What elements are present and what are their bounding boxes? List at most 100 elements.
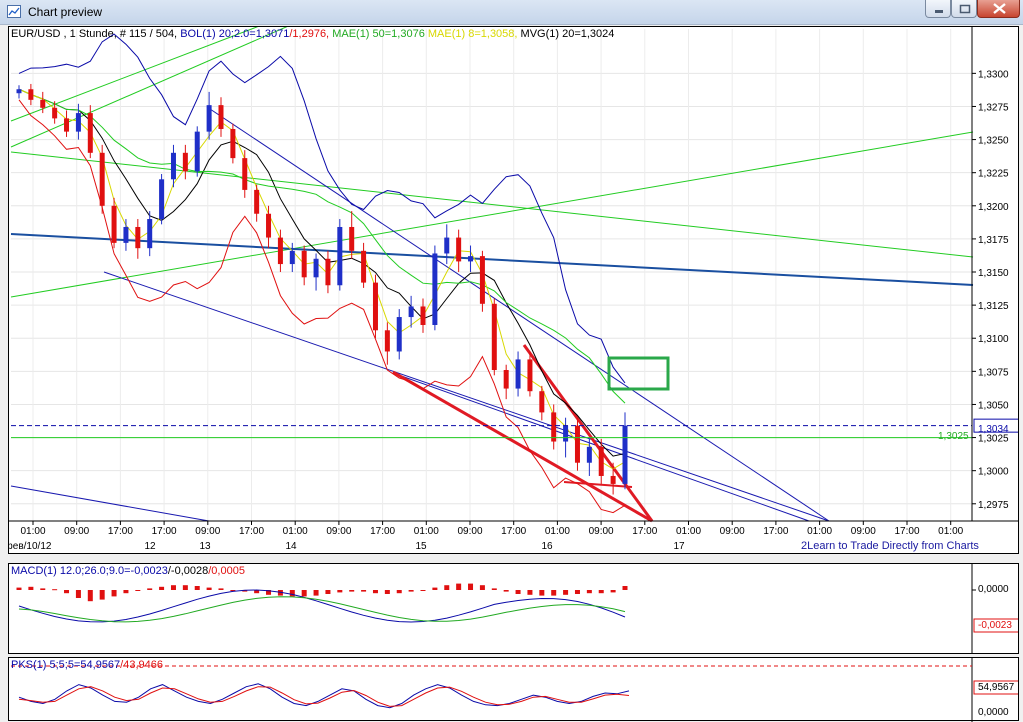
legend-mae2: MAE(1) 8=1,3058, [427,28,518,40]
macd-bar [372,590,378,594]
macd-bar [16,587,22,590]
date-label: фев/10/12 [9,540,52,552]
macd-bar [147,588,153,590]
pks-legend-v2: /43,9466 [120,659,163,671]
date-label: 12 [144,541,156,552]
window-title: Chart preview [28,5,103,19]
chart-app-icon [7,5,21,18]
indicator-lines [18,33,626,514]
time-tick-label: 01:00 [20,526,45,537]
candle-body [159,179,165,220]
date-label: 17 [673,541,685,552]
pks-legend: PKS(1) 5;5;5=54,9567/43,9466 [11,659,163,671]
time-tick-label: 09:00 [851,526,876,537]
candle-body [87,113,93,153]
candle-body [40,99,46,108]
candle-body [361,250,367,283]
time-tick-label: 01:00 [283,526,308,537]
maximize-button[interactable] [951,0,977,18]
macd-bar [396,590,402,594]
candle-body [456,237,462,262]
macd-bar [432,587,438,590]
macd-bar [527,590,533,595]
macd-bar [420,590,426,591]
candle-body [563,425,569,442]
bollinger-upper [18,33,626,384]
macd-bar [337,590,343,593]
time-tick-label: 09:00 [195,526,220,537]
price-tick-label: 1,2975 [978,500,1009,511]
channel-upper-line [206,106,830,522]
time-tick-label: 01:00 [414,526,439,537]
pks-value-label: 54,9567 [978,682,1015,693]
time-tick-label: 17:00 [152,526,177,537]
upper-green-trendline-2 [10,27,288,148]
candle-body [254,189,260,214]
macd-bar [491,588,497,590]
macd-bar [551,590,557,596]
macd-bar [384,590,390,594]
macd-legend-v2: /-0,0028 [167,565,209,577]
candle-body [277,237,283,265]
time-tick-label: 17:00 [763,526,788,537]
title-bar: Chart preview [0,0,1023,25]
price-chart-svg: 1,3300 1,3275 1,3250 1,3225 1,3200 1,3175 1,31… [9,27,1018,552]
time-tick-label: 17:00 [370,526,395,537]
legend-bol-low: /1,2976, [289,28,330,40]
price-tick-label: 1,3150 [978,268,1009,279]
macd-bar [28,586,34,590]
macd-svg [16,564,1018,653]
mvg-line [18,88,626,457]
price-chart-panel[interactable]: 1,3300 1,3275 1,3250 1,3225 1,3200 1,3175 1,31… [8,26,1019,554]
pks-panel[interactable]: PKS(1) 5;5;5=54,9567/43,9466 54,9567 0,0… [8,657,1019,722]
close-button[interactable] [977,0,1020,18]
macd-bar [111,590,117,597]
macd-bar [444,585,450,590]
time-tick-label: 17:00 [501,526,526,537]
candle-body [384,330,390,352]
candle-body [230,128,236,159]
macd-bar [170,585,176,590]
macd-bar [194,586,200,590]
minimize-button[interactable] [925,0,951,18]
macd-panel[interactable]: MACD(1) 12.0;26.0;9.0=-0,0023/-0,0028/0,… [8,563,1019,654]
macd-bar [574,590,580,594]
candle-body [349,226,355,251]
candle-body [503,370,509,389]
candle-body [491,303,497,371]
candle-body [242,158,248,190]
time-tick-label: 09:00 [457,526,482,537]
macd-signal-line [18,596,626,623]
candle-body [574,425,580,463]
candle-body [16,89,22,94]
candle-body [28,89,34,100]
candle-body [586,446,592,463]
candle-body [325,258,331,286]
candle-body [313,258,319,278]
price-tick-label: 1,3250 [978,136,1009,147]
candle-body [182,152,188,172]
candle-body [301,250,307,278]
macd-bar [361,590,367,592]
learn-link[interactable]: 2Learn to Trade Directly from Charts [801,540,979,552]
trend-lines [10,27,974,523]
candle-body [479,256,485,304]
price-tick-label: 1,3050 [978,400,1009,411]
date-label: 13 [199,541,211,552]
candle-body [527,359,533,392]
candle-body [408,306,414,318]
macd-bar [539,590,545,596]
macd-legend-v3: /0,0005 [208,565,245,577]
macd-bar [313,590,319,596]
macd-bar [206,587,212,590]
time-tick-label: 17:00 [632,526,657,537]
time-tick-label: 17:00 [894,526,919,537]
price-tick-label: 1,3275 [978,102,1009,113]
candle-body [135,226,141,249]
price-legend: EUR/USD , 1 Stunde, # 115 / 504, BOL(1) … [11,28,614,40]
candle-body [99,152,105,206]
date-label: 15 [415,541,427,552]
macd-bar [40,588,46,590]
price-tick-label: 1,3100 [978,334,1009,345]
macd-bar [503,590,509,592]
